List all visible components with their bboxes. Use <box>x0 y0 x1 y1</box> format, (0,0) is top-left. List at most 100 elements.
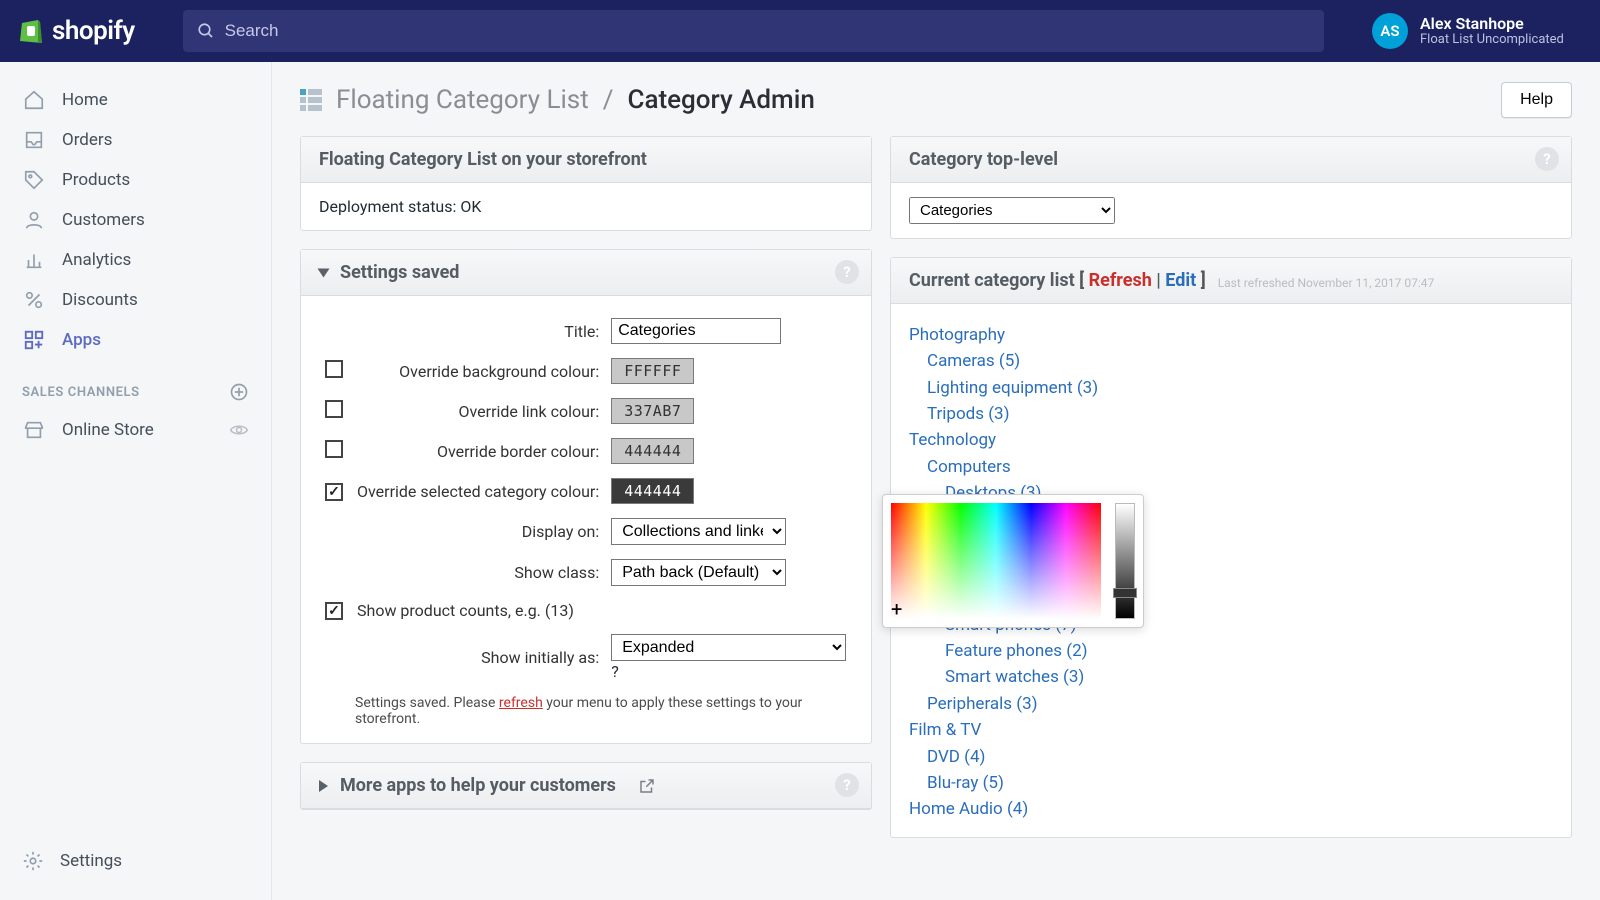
show-class-select[interactable]: Path back (Default) <box>611 559 786 586</box>
nav-analytics[interactable]: Analytics <box>0 240 271 280</box>
nav-orders[interactable]: Orders <box>0 120 271 160</box>
nav-label: Orders <box>62 130 112 150</box>
display-on-select[interactable]: Collections and linked p <box>611 518 786 545</box>
category-link[interactable]: Computers <box>927 457 1011 477</box>
nav-products[interactable]: Products <box>0 160 271 200</box>
percent-icon <box>22 288 46 312</box>
category-link[interactable]: Cameras (5) <box>927 351 1020 371</box>
edit-list-link[interactable]: Edit <box>1165 270 1196 291</box>
refresh-list-link[interactable]: Refresh <box>1089 270 1152 291</box>
category-link[interactable]: Blu-ray (5) <box>927 773 1004 793</box>
nav-home[interactable]: Home <box>0 80 271 120</box>
override-border-checkbox[interactable] <box>325 440 343 458</box>
help-icon[interactable]: ? <box>1535 147 1559 171</box>
override-bg-label: Override background colour: <box>353 352 605 390</box>
show-counts-label: Show product counts, e.g. (13) <box>353 594 851 626</box>
color-spectrum[interactable]: + <box>891 503 1101 619</box>
chevron-down-icon[interactable] <box>318 268 330 277</box>
slider-handle[interactable] <box>1113 588 1137 598</box>
category-link[interactable]: Smart watches (3) <box>945 667 1084 687</box>
override-selected-label: Override selected category colour: <box>353 472 605 510</box>
inbox-icon <box>22 128 46 152</box>
user-icon <box>22 208 46 232</box>
shopify-bag-icon <box>18 17 44 45</box>
global-search[interactable] <box>183 10 1324 52</box>
store-icon <box>22 418 46 442</box>
brand-text: shopify <box>52 16 135 46</box>
brand-logo[interactable]: shopify <box>18 16 135 46</box>
override-border-label: Override border colour: <box>353 432 605 470</box>
show-initially-select[interactable]: Expanded <box>611 634 846 661</box>
breadcrumb: Floating Category List / Category Admin <box>300 85 815 115</box>
category-link[interactable]: Feature phones (2) <box>945 641 1088 661</box>
border-color-swatch[interactable]: 444444 <box>611 438 694 464</box>
nav-label: Apps <box>62 330 101 350</box>
selected-color-swatch[interactable]: 444444 <box>611 478 694 504</box>
sales-channels-header: SALES CHANNELS <box>0 360 271 410</box>
help-icon[interactable]: ? <box>835 260 859 284</box>
app-grid-icon <box>300 89 322 111</box>
help-button[interactable]: Help <box>1501 82 1572 118</box>
nav-label: Customers <box>62 210 145 230</box>
store-name: Float List Uncomplicated <box>1420 32 1564 47</box>
category-link[interactable]: DVD (4) <box>927 747 985 767</box>
main-content: Floating Category List / Category Admin … <box>272 62 1600 900</box>
nav-online-store[interactable]: Online Store <box>0 410 271 450</box>
category-link[interactable]: Film & TV <box>909 720 981 740</box>
nav-customers[interactable]: Customers <box>0 200 271 240</box>
bg-color-swatch[interactable]: FFFFFF <box>611 358 694 384</box>
category-link[interactable]: Technology <box>909 430 996 450</box>
category-link[interactable]: Tripods (3) <box>927 404 1010 424</box>
refresh-link[interactable]: refresh <box>499 695 543 711</box>
avatar: AS <box>1372 13 1408 49</box>
override-bg-checkbox[interactable] <box>325 360 343 378</box>
nav-label: Settings <box>60 851 122 871</box>
user-name: Alex Stanhope <box>1420 15 1564 33</box>
category-link[interactable]: Home Audio (4) <box>909 799 1028 819</box>
display-on-label: Display on: <box>353 512 605 551</box>
eye-icon[interactable] <box>229 420 249 440</box>
nav-discounts[interactable]: Discounts <box>0 280 271 320</box>
deploy-status-label: Deployment status: <box>319 197 460 216</box>
top-bar: shopify AS Alex Stanhope Float List Unco… <box>0 0 1600 62</box>
category-link[interactable]: Lighting equipment (3) <box>927 378 1098 398</box>
brightness-slider[interactable] <box>1115 503 1135 619</box>
crumb-app[interactable]: Floating Category List <box>336 85 589 115</box>
search-input[interactable] <box>225 21 1310 41</box>
link-color-swatch[interactable]: 337AB7 <box>611 398 694 424</box>
panel-title: Settings saved <box>340 262 459 283</box>
nav-apps[interactable]: Apps <box>0 320 271 360</box>
category-link[interactable]: Peripherals (3) <box>927 694 1038 714</box>
show-counts-checkbox[interactable] <box>325 602 343 620</box>
show-class-label: Show class: <box>353 553 605 592</box>
deploy-status-value: OK <box>460 197 481 216</box>
nav-label: Analytics <box>62 250 131 270</box>
settings-footnote: Settings saved. Please refresh your menu… <box>319 689 853 729</box>
title-label: Title: <box>353 312 605 350</box>
sidebar: Home Orders Products Customers Analytics… <box>0 62 272 900</box>
deployment-panel: Floating Category List on your storefron… <box>300 136 872 231</box>
chevron-right-icon[interactable] <box>319 780 328 792</box>
nav-label: Home <box>62 90 108 110</box>
spectrum-cursor-icon: + <box>891 597 902 621</box>
help-icon[interactable]: ? <box>835 773 859 797</box>
show-initially-label: Show initially as: <box>353 628 605 687</box>
toplevel-select[interactable]: Categories <box>909 197 1115 224</box>
crumb-current: Category Admin <box>627 85 814 115</box>
nav-settings[interactable]: Settings <box>0 842 271 880</box>
override-selected-checkbox[interactable] <box>325 483 343 501</box>
external-link-icon[interactable] <box>638 777 656 795</box>
override-link-checkbox[interactable] <box>325 400 343 418</box>
user-menu[interactable]: AS Alex Stanhope Float List Uncomplicate… <box>1372 13 1582 49</box>
toplevel-panel: Category top-level? Categories <box>890 136 1572 239</box>
search-icon <box>197 22 215 40</box>
title-input[interactable] <box>611 318 781 344</box>
panel-title: Floating Category List on your storefron… <box>319 149 647 170</box>
add-channel-icon[interactable] <box>229 382 249 402</box>
help-icon[interactable]: ? <box>611 662 619 681</box>
nav-label: Online Store <box>62 420 213 440</box>
color-picker-popover[interactable]: + <box>882 494 1144 628</box>
panel-title: Category top-level <box>909 149 1058 170</box>
category-link[interactable]: Photography <box>909 325 1005 345</box>
home-icon <box>22 88 46 112</box>
